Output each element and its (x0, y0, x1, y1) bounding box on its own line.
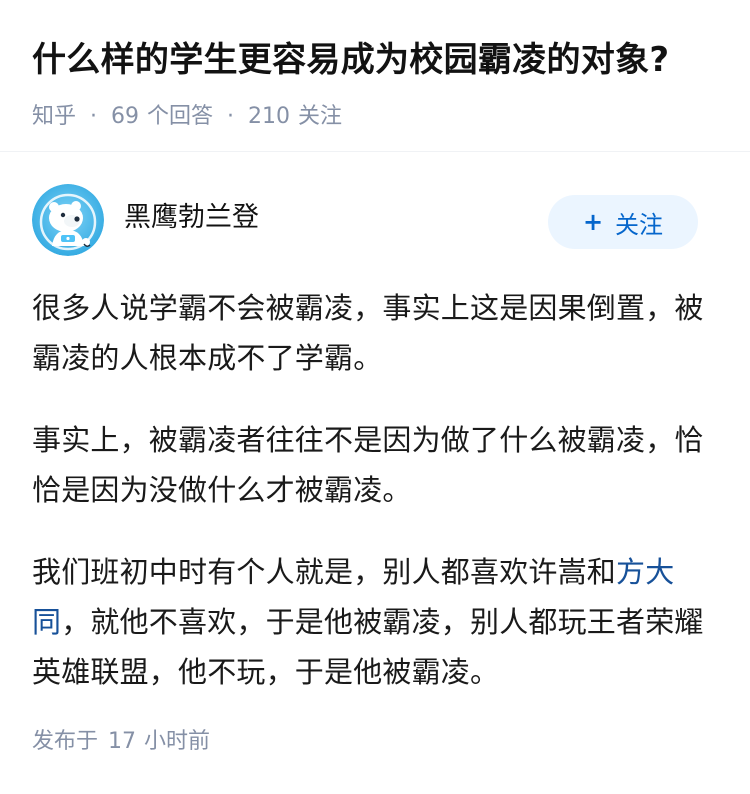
separator-dot: · (227, 104, 235, 129)
follow-button-label: 关注 (615, 210, 664, 239)
answer-count: 69 (111, 104, 140, 129)
published-unit: 小时前 (144, 729, 211, 754)
answer-paragraph: 很多人说学霸不会被霸凌，事实上这是因果倒置，被霸凌的人根本成不了学霸。 (32, 291, 704, 375)
plus-icon: + (582, 208, 604, 236)
follow-count-label: 关注 (298, 104, 343, 129)
author-row: 黑鹰勃兰登 + 关注 (32, 183, 698, 257)
answer-content: 很多人说学霸不会被霸凌，事实上这是因果倒置，被霸凌的人根本成不了学霸。 事实上，… (32, 283, 718, 729)
separator-dot: · (90, 104, 98, 129)
author-avatar[interactable] (32, 184, 104, 256)
published-prefix: 发布于 (32, 729, 99, 754)
question-title[interactable]: 什么样的学生更容易成为校园霸凌的对象? (32, 0, 718, 82)
source-label[interactable]: 知乎 (32, 102, 76, 132)
published-time: 发布于 17 小时前 (32, 727, 210, 757)
answer-count-label[interactable]: 个回答 (147, 102, 213, 132)
answer-text: 我们班初中时有个人就是，别人都喜欢许嵩和 (32, 555, 617, 589)
answer-paragraph: 事实上，被霸凌者往往不是因为做了什么被霸凌，恰恰是因为没做什么才被霸凌。 (32, 423, 704, 507)
question-meta: 知乎 · 69 个回答 · 210 关注 (32, 102, 718, 132)
answer-paragraph: 我们班初中时有个人就是，别人都喜欢许嵩和方大同，就他不喜欢，于是他被霸凌，别人都… (32, 547, 718, 697)
published-value: 17 (108, 729, 137, 754)
follow-author-button[interactable]: + 关注 (548, 195, 698, 249)
polar-bear-astronaut-icon (32, 184, 104, 256)
section-divider (0, 151, 750, 152)
follow-count: 210 (248, 104, 291, 129)
answer-text: ，就他不喜欢，于是他被霸凌，别人都玩王者荣耀英雄联盟，他不玩，于是他被霸凌。 (32, 605, 704, 689)
author-name[interactable]: 黑鹰勃兰登 (124, 201, 259, 235)
answer-page: 什么样的学生更容易成为校园霸凌的对象? 知乎 · 69 个回答 · 210 关注 (0, 0, 750, 794)
